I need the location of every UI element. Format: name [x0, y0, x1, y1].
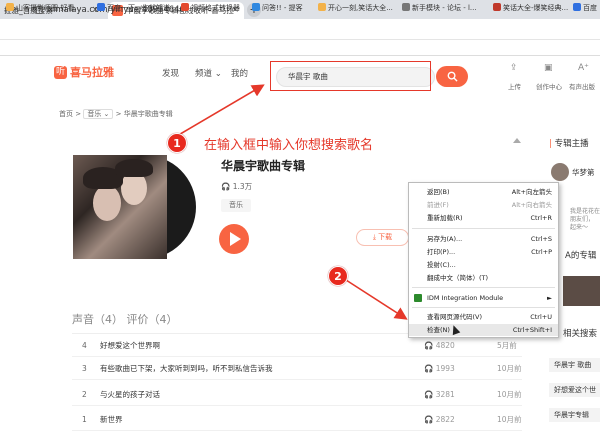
album-tabs: 声音（4） 评价（4） — [72, 312, 178, 328]
track-title[interactable]: 好想爱这个世界啊 — [100, 336, 160, 356]
step-2-badge: 2 — [328, 266, 348, 286]
track-title[interactable]: 新世界 — [100, 410, 123, 430]
track-date: 10月前 — [497, 415, 522, 424]
host-desc-line: 起来～ — [570, 224, 589, 231]
track-date: 10月前 — [497, 364, 522, 373]
menu-item-view-source[interactable]: 查看网页源代码(V) Ctrl+U — [409, 311, 558, 323]
menu-item-cast[interactable]: 投射(C)... — [409, 259, 558, 271]
track-title[interactable]: 有些歌曲已下架，大家听到到吗，听不到私信告诉我 — [100, 359, 273, 379]
track-date: 5月前 — [497, 341, 517, 350]
track-number: 2 — [82, 390, 87, 399]
host-name[interactable]: 华梦第 — [572, 167, 595, 178]
host-album-thumbnail[interactable] — [563, 276, 600, 306]
menu-separator — [412, 228, 555, 229]
headphones-icon: 🎧 — [424, 415, 434, 424]
host-avatar[interactable] — [551, 163, 569, 181]
tab-reviews[interactable]: 评价（4） — [127, 313, 178, 326]
track-row[interactable]: 2 与火星的孩子对话 🎧 3281 10月前 — [72, 385, 522, 406]
menu-item-print[interactable]: 打印(P)... Ctrl+P — [409, 246, 558, 258]
track-number: 4 — [82, 341, 87, 350]
menu-item-translate[interactable]: 翻成中文（简体）(T) — [409, 272, 558, 284]
arrow-to-search — [169, 84, 265, 141]
context-menu: 返回(B) Alt+向左箭头 前进(F) Alt+向右箭头 重新加载(R) Ctrl+… — [408, 182, 559, 338]
related-search-chip[interactable]: 华晨宇专辑 — [549, 408, 600, 422]
idm-icon — [414, 294, 422, 302]
menu-separator — [412, 307, 555, 308]
track-row[interactable]: 1 新世界 🎧 2822 10月前 — [72, 410, 522, 431]
track-date: 10月前 — [497, 390, 522, 399]
menu-item-reload[interactable]: 重新加载(R) Ctrl+R — [409, 212, 558, 224]
related-search-chip[interactable]: 华晨宇 歌曲 — [549, 358, 600, 372]
headphones-icon: 🎧 — [424, 364, 434, 373]
track-plays: 🎧 1993 — [424, 364, 455, 373]
host-albums-title: A的专辑 — [565, 251, 597, 261]
tab-sounds[interactable]: 声音（4） — [72, 313, 123, 326]
headphones-icon: 🎧 — [424, 341, 434, 350]
menu-item-inspect[interactable]: 检查(N) Ctrl+Shift+I — [409, 324, 558, 336]
track-plays: 🎧 3281 — [424, 390, 455, 399]
menu-item-idm[interactable]: IDM Integration Module ► — [409, 292, 558, 304]
menu-item-back[interactable]: 返回(B) Alt+向左箭头 — [409, 186, 558, 198]
menu-item-save-as[interactable]: 另存为(A)... Ctrl+S — [409, 233, 558, 245]
menu-item-forward[interactable]: 前进(F) Alt+向右箭头 — [409, 199, 558, 211]
step-1-badge: 1 — [167, 133, 187, 153]
host-section-title: | 专辑主播 — [549, 139, 589, 149]
track-row[interactable]: 4 好想爱这个世界啊 🎧 4820 5月前 — [72, 336, 522, 357]
menu-separator — [412, 287, 555, 288]
collapse-arrow-icon[interactable] — [513, 138, 521, 143]
related-search-chip[interactable]: 好想爱这个世 — [549, 383, 600, 397]
track-title[interactable]: 与火星的孩子对话 — [100, 385, 160, 405]
step-1-instruction: 在输入框中输入你想搜索歌名 — [204, 138, 374, 153]
track-number: 3 — [82, 364, 87, 373]
headphones-icon: 🎧 — [424, 390, 434, 399]
track-plays: 🎧 4820 — [424, 341, 455, 350]
track-plays: 🎧 2822 — [424, 415, 455, 424]
related-search-title: 相关搜索 — [563, 329, 598, 339]
track-number: 1 — [82, 415, 87, 424]
track-row[interactable]: 3 有些歌曲已下架，大家听到到吗，听不到私信告诉我 🎧 1993 10月前 — [72, 359, 522, 380]
arrow-to-inspect — [345, 279, 408, 320]
